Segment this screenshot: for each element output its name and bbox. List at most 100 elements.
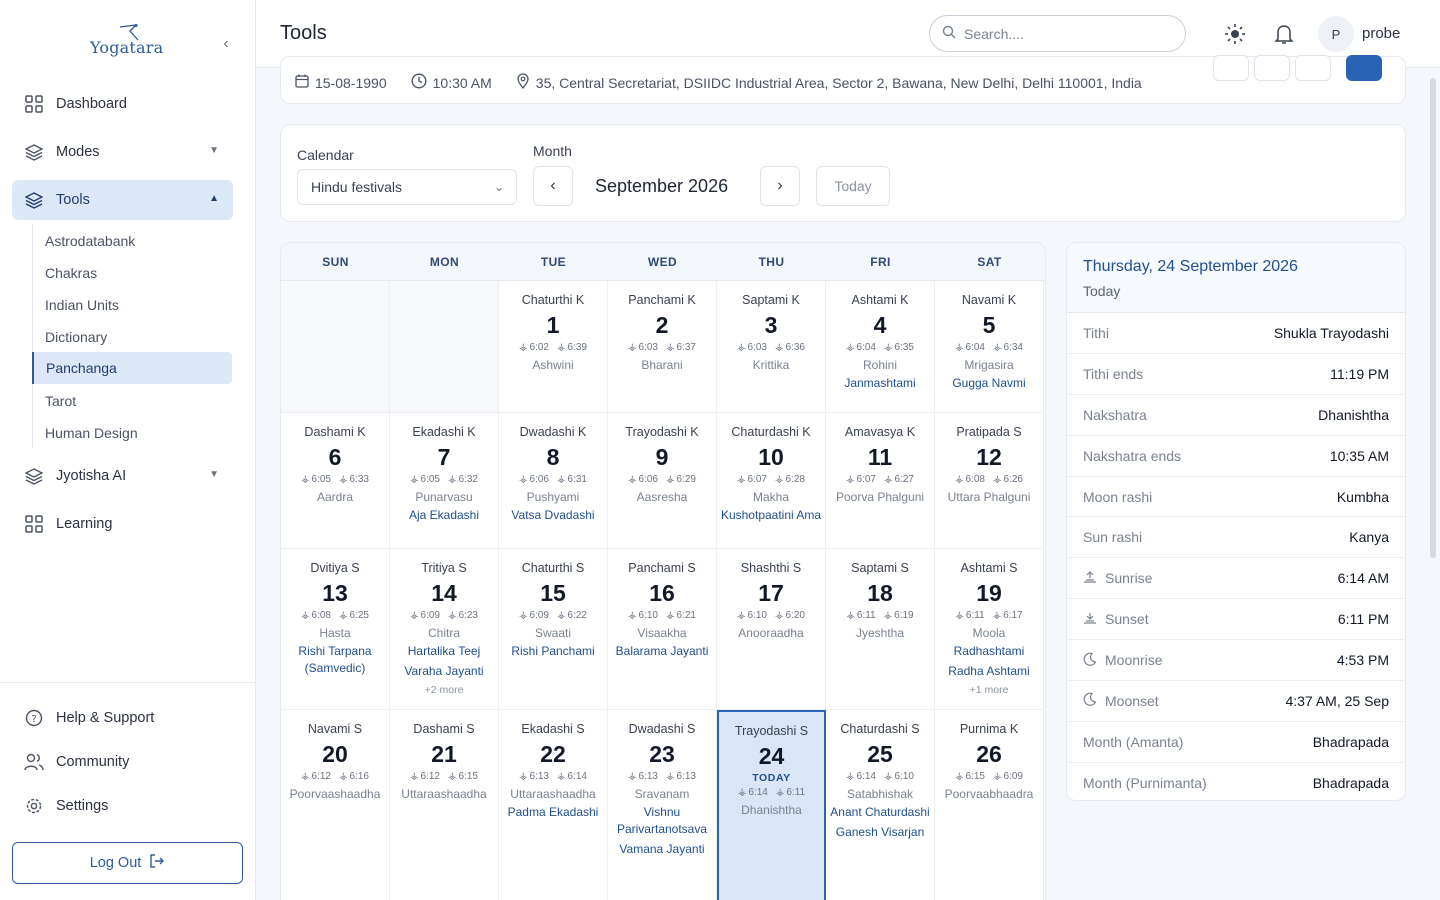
sidebar-item-settings[interactable]: Settings (12, 786, 233, 826)
festival-link[interactable]: Vatsa Dvadashi (499, 507, 607, 524)
festival-link[interactable]: Vishnu Parivartanotsava (608, 804, 716, 838)
detail-key: Moonrise (1105, 652, 1163, 669)
submenu-item-chakras[interactable]: Chakras (33, 258, 233, 288)
day-nakshatra: Dhanishtha (741, 803, 802, 817)
festival-link[interactable]: Kushotpaatini Ama (717, 507, 825, 524)
detail-value: 6:14 AM (1337, 570, 1389, 587)
festival-link[interactable]: Ganesh Visarjan (826, 824, 934, 841)
festival-link[interactable]: Aja Ekadashi (390, 507, 498, 524)
day-tithi: Tritiya S (421, 561, 467, 575)
grid-icon (24, 94, 44, 114)
sidebar-item-learning[interactable]: Learning (12, 504, 233, 544)
festival-link[interactable]: Varaha Jayanti (390, 663, 498, 680)
submenu-item-panchanga[interactable]: Panchanga (32, 352, 232, 384)
day-cell[interactable]: Shashthi S 17 6:10 6:20 Anooraadha (717, 549, 826, 710)
day-cell[interactable]: Trayodashi K 9 6:06 6:29 Aasresha (608, 413, 717, 549)
submenu-item-astrodatabank[interactable]: Astrodatabank (33, 226, 233, 256)
day-cell[interactable]: Dvitiya S 13 6:08 6:25 Hasta Rishi Tarpana (S… (281, 549, 390, 710)
sunset-time: 6:16 (339, 771, 369, 782)
detail-key-wrap: Moon rashi (1083, 489, 1337, 505)
more-festivals-link[interactable]: +2 more (390, 684, 498, 696)
sunset-time: 6:33 (339, 474, 369, 485)
detail-row: Moonrise 4:53 PM (1067, 640, 1405, 682)
day-cell[interactable]: Saptami K 3 6:03 6:36 Krittika (717, 281, 826, 413)
day-number: 3 (764, 312, 778, 338)
next-month-button[interactable]: › (760, 166, 800, 206)
day-nakshatra: Hasta (319, 626, 351, 640)
more-festivals-link[interactable]: +1 more (935, 684, 1043, 696)
sun-times: 6:06 6:29 (608, 474, 716, 485)
sidebar-item-jyotisha-ai[interactable]: Jyotisha AI ▼ (12, 456, 233, 496)
day-cell[interactable]: Ekadashi K 7 6:05 6:32 Punarvasu Aja Ekadashi (390, 413, 499, 549)
info-action-button[interactable] (1213, 55, 1249, 81)
submenu-item-human-design[interactable]: Human Design (33, 418, 233, 448)
sidebar-item-help[interactable]: ? Help & Support (12, 698, 233, 738)
logout-icon (149, 853, 165, 873)
day-cell[interactable]: Ekadashi S 22 6:13 6:14 Uttaraashaadha Padma … (499, 710, 608, 900)
day-tithi: Dwadashi K (519, 425, 587, 439)
festival-link[interactable]: Balarama Jayanti (608, 643, 716, 660)
day-cell[interactable]: Panchami S 16 6:10 6:21 Visaakha Balarama Jay… (608, 549, 717, 710)
user-name[interactable]: probe (1362, 25, 1400, 42)
day-cell[interactable]: Ashtami S 19 6:11 6:17 Moola Radhashtami Radha… (935, 549, 1044, 710)
sunset-time: 6:10 (884, 771, 914, 782)
festival-link[interactable]: Anant Chaturdashi (826, 804, 934, 821)
day-cell[interactable]: Chaturdashi K 10 6:07 6:28 Makha Kushotpaatin… (717, 413, 826, 549)
festival-link[interactable]: Radha Ashtami (935, 663, 1043, 680)
page-scrollbar[interactable] (1430, 78, 1436, 558)
sidebar-item-dashboard[interactable]: Dashboard (12, 84, 233, 124)
calendar-type-select[interactable]: Hindu festivals ⌄ (297, 169, 517, 205)
info-action-button[interactable] (1254, 55, 1290, 81)
festival-link[interactable]: Radhashtami (935, 643, 1043, 660)
day-cell[interactable]: Ashtami K 4 6:04 6:35 Rohini Janmashtami (826, 281, 935, 413)
prev-month-button[interactable]: ‹ (533, 166, 573, 206)
festival-link[interactable]: Vamana Jayanti (608, 841, 716, 858)
day-cell[interactable]: Panchami K 2 6:03 6:37 Bharani (608, 281, 717, 413)
logo[interactable]: Yogatara (90, 24, 170, 68)
festival-link[interactable]: Gugga Navmi (935, 375, 1043, 392)
search-placeholder: Search.... (964, 25, 1024, 42)
day-cell[interactable]: Tritiya S 14 6:09 6:23 Chitra Hartalika Teej V… (390, 549, 499, 710)
detail-key: Tithi ends (1083, 365, 1144, 382)
info-action-button[interactable] (1295, 55, 1331, 81)
submenu-item-indian-units[interactable]: Indian Units (33, 290, 233, 320)
day-cell-today[interactable]: Trayodashi S 24 TODAY 6:14 6:11 Dhanishtha (717, 710, 826, 900)
sidebar-item-community[interactable]: Community (12, 742, 233, 782)
empty-day-cell (390, 281, 499, 413)
month-label: Month (533, 143, 572, 159)
day-cell[interactable]: Navami K 5 6:04 6:34 Mrigasira Gugga Navmi (935, 281, 1044, 413)
festival-link[interactable]: Hartalika Teej (390, 643, 498, 660)
day-cell[interactable]: Pratipada S 12 6:08 6:26 Uttara Phalguni (935, 413, 1044, 549)
info-primary-button[interactable] (1346, 55, 1382, 81)
today-button[interactable]: Today (816, 166, 890, 206)
festival-link[interactable]: Padma Ekadashi (499, 804, 607, 821)
sunset-time: 6:25 (339, 610, 369, 621)
logout-button[interactable]: Log Out (12, 842, 243, 884)
festival-link[interactable]: Rishi Panchami (499, 643, 607, 660)
sidebar-item-tools[interactable]: Tools ▲ (12, 180, 233, 220)
day-cell[interactable]: Dwadashi K 8 6:06 6:31 Pushyami Vatsa Dvadash… (499, 413, 608, 549)
bell-icon[interactable] (1272, 22, 1296, 46)
day-cell[interactable]: Saptami S 18 6:11 6:19 Jyeshtha (826, 549, 935, 710)
day-cell[interactable]: Chaturthi S 15 6:09 6:22 Swaati Rishi Pancham… (499, 549, 608, 710)
sunrise-time: 6:12 (301, 771, 331, 782)
today-tag: TODAY (752, 772, 791, 784)
day-cell[interactable]: Amavasya K 11 6:07 6:27 Poorva Phalguni (826, 413, 935, 549)
birth-time-value: 10:30 AM (432, 74, 492, 91)
day-cell[interactable]: Navami S 20 6:12 6:16 Poorvaashaadha (281, 710, 390, 900)
festival-link[interactable]: Rishi Tarpana (Samvedic) (281, 643, 389, 677)
day-cell[interactable]: Chaturthi K 1 6:02 6:39 Ashwini (499, 281, 608, 413)
day-cell[interactable]: Dashami S 21 6:12 6:15 Uttaraashaadha (390, 710, 499, 900)
sidebar-item-modes[interactable]: Modes ▼ (12, 132, 233, 172)
submenu-item-dictionary[interactable]: Dictionary (33, 322, 233, 352)
day-cell[interactable]: Purnima K 26 6:15 6:09 Poorvaabhaadra (935, 710, 1044, 900)
collapse-sidebar-icon[interactable]: ‹ (216, 34, 236, 54)
search-input[interactable]: Search.... (929, 15, 1186, 52)
day-cell[interactable]: Dwadashi S 23 6:13 6:13 Sravanam Vishnu Pariv… (608, 710, 717, 900)
avatar[interactable]: P (1318, 16, 1354, 52)
submenu-item-tarot[interactable]: Tarot (33, 386, 233, 416)
theme-toggle-sun-icon[interactable] (1223, 22, 1247, 46)
festival-link[interactable]: Janmashtami (826, 375, 934, 392)
day-cell[interactable]: Dashami K 6 6:05 6:33 Aardra (281, 413, 390, 549)
day-cell[interactable]: Chaturdashi S 25 6:14 6:10 Satabhishak Anant … (826, 710, 935, 900)
